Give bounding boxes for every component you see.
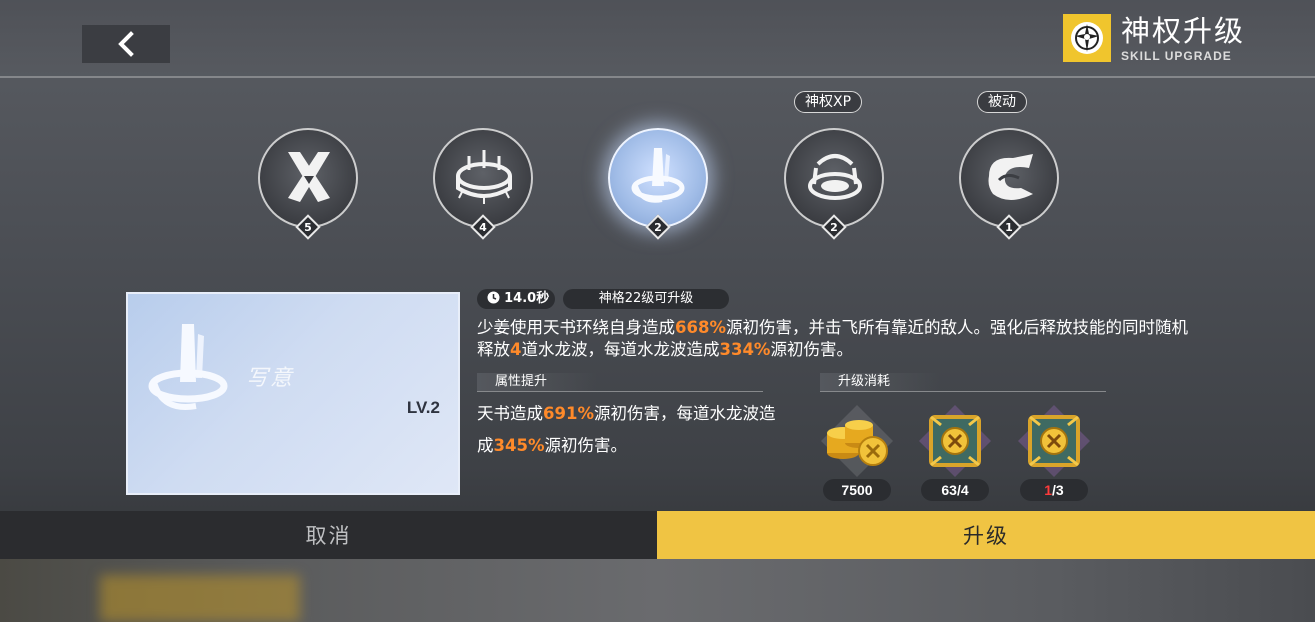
- water-pillar-icon: [148, 324, 228, 410]
- skill-slot-3-selected[interactable]: 2: [608, 128, 708, 234]
- skill-slot-5[interactable]: 1: [959, 128, 1059, 234]
- skill-level-badge: 1: [998, 216, 1020, 238]
- skill-level: LV.2: [406, 398, 440, 417]
- water-pillar-icon: [631, 148, 685, 203]
- page-title: 神权升级: [1120, 14, 1245, 48]
- cost-section-divider: [820, 391, 1106, 392]
- gold-coins-icon: [821, 405, 893, 477]
- skill-slot-1[interactable]: 5: [258, 128, 358, 234]
- skill-level-badge: 2: [647, 216, 669, 238]
- skill-book-icon: [919, 405, 991, 477]
- cost-book-1-amount: 63/4: [921, 479, 989, 501]
- back-button[interactable]: [82, 25, 170, 63]
- skill-description: 少姜使用天书环绕自身造成668%源初伤害，并击飞所有靠近的敌人。强化后释放技能的…: [477, 318, 1188, 359]
- skill-slot-4[interactable]: 2: [784, 128, 884, 234]
- attr-section-divider: [477, 391, 763, 392]
- upgrade-button[interactable]: 升级: [657, 511, 1315, 559]
- requirement-pill: 神格22级可升级: [563, 289, 729, 309]
- attr-description: 天书造成691%源初伤害，每道水龙波造成345%源初伤害。: [477, 404, 776, 455]
- page-header: 神权升级 SKILL UPGRADE: [1062, 14, 1245, 64]
- cooldown-pill: 14.0秒: [477, 289, 555, 309]
- cost-item-book-2[interactable]: 1/3: [1016, 403, 1092, 503]
- top-bar-divider: [0, 76, 1315, 78]
- skill-level-badge: 5: [297, 216, 319, 238]
- cooldown-value: 14.0秒: [504, 291, 550, 306]
- skill-tag-xp: 神权XP: [794, 91, 863, 113]
- skill-slot-2[interactable]: 4: [433, 128, 533, 234]
- footer-glow: [100, 575, 300, 622]
- skill-card: 写意 LV.2: [126, 292, 460, 495]
- skill-name: 写意: [246, 366, 295, 391]
- skill-level-badge: 4: [472, 216, 494, 238]
- ring-altar-icon: [456, 150, 512, 204]
- cost-book-2-amount: 1/3: [1020, 479, 1088, 501]
- clock-icon: [487, 291, 500, 304]
- crossed-blades-icon: [288, 152, 330, 202]
- throne-icon: [808, 154, 862, 200]
- skill-tag-passive: 被动: [977, 91, 1027, 113]
- cost-item-book-1[interactable]: 63/4: [917, 403, 993, 503]
- cost-section-label: 升级消耗: [820, 373, 940, 391]
- skill-level-badge: 2: [823, 216, 845, 238]
- attr-section-label: 属性提升: [477, 373, 597, 391]
- cancel-button[interactable]: 取消: [0, 511, 657, 559]
- action-bar: 取消 升级: [0, 511, 1315, 559]
- skill-emblem-icon: [1062, 14, 1111, 62]
- cost-item-gold[interactable]: 7500: [819, 403, 895, 503]
- page-subtitle: SKILL UPGRADE: [1120, 49, 1232, 63]
- chevron-left-icon: [118, 31, 134, 57]
- skill-book-icon: [1018, 405, 1090, 477]
- cost-gold-amount: 7500: [823, 479, 891, 501]
- scroll-wave-icon: [988, 154, 1033, 200]
